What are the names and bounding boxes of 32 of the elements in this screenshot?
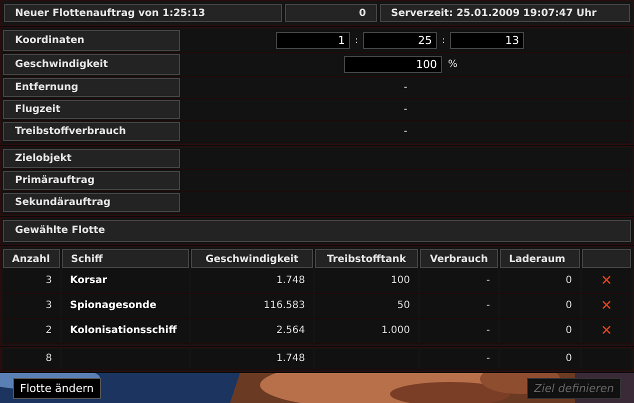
speed-input[interactable]: 100 [344, 56, 442, 73]
field-label: Treibstoffverbrauch [3, 122, 180, 141]
column-header: Treibstofftank [315, 249, 418, 268]
section-title: Gewählte Flotte [3, 220, 631, 242]
field-label: Zielobjekt [3, 149, 180, 168]
column-header: Geschwindigkeit [191, 249, 313, 268]
ship-count: 0 [285, 4, 377, 22]
column-header: Verbrauch [420, 249, 498, 268]
order-title: Neuer Flottenauftrag von 1:25:13 [4, 4, 282, 22]
remove-button[interactable]: ✕ [600, 299, 612, 313]
action-button[interactable]: Flotte ändern [13, 378, 101, 398]
coordinate-input[interactable]: 13 [450, 32, 524, 49]
field-value: - [404, 126, 408, 137]
coordinate-separator: : [442, 36, 446, 46]
field-label: Primärauftrag [3, 171, 180, 190]
column-header: Schiff [62, 249, 189, 268]
coordinate-input[interactable]: 1 [276, 32, 350, 49]
field-label: Entfernung [3, 78, 180, 97]
coordinate-separator: : [355, 36, 358, 46]
column-header: Anzahl [3, 249, 60, 268]
coordinate-input[interactable]: 25 [363, 32, 438, 49]
column-header: Laderaum [500, 249, 580, 268]
field-label: Koordinaten [3, 30, 180, 51]
server-time: Serverzeit: 25.01.2009 19:07:47 Uhr [380, 4, 630, 22]
remove-button[interactable]: ✕ [600, 324, 612, 338]
field-label: Sekundärauftrag [3, 193, 180, 212]
unit-label: % [448, 59, 458, 70]
field-label: Flugzeit [3, 100, 180, 119]
field-value: - [404, 82, 408, 93]
field-label: Geschwindigkeit [3, 54, 180, 75]
field-value: - [404, 104, 408, 115]
remove-button[interactable]: ✕ [600, 274, 612, 288]
